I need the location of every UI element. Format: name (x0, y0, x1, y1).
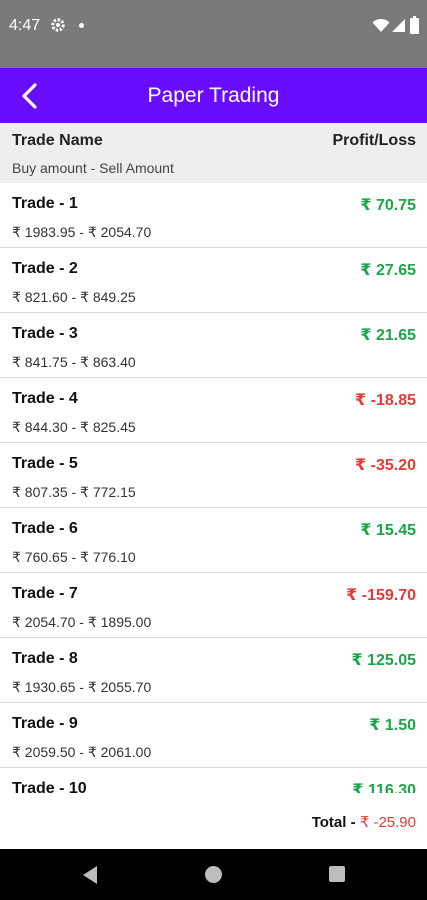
trade-amounts: ₹ 821.60 - ₹ 849.25 (12, 289, 136, 305)
total-footer: Total - ₹ -25.90 (0, 793, 427, 849)
trade-amounts: ₹ 2059.50 - ₹ 2061.00 (12, 744, 152, 760)
trade-amounts: ₹ 807.35 - ₹ 772.15 (12, 484, 136, 500)
trade-name: Trade - 4 (12, 390, 78, 407)
trade-profit-loss: ₹ 21.65 (360, 327, 416, 344)
trade-name: Trade - 6 (12, 520, 78, 537)
trade-profit-loss: ₹ 125.05 (351, 652, 416, 669)
signal-icon (392, 19, 405, 32)
trade-amounts: ₹ 2054.70 - ₹ 1895.00 (12, 614, 152, 630)
wifi-icon (372, 19, 390, 32)
status-time: 4:47 (9, 17, 41, 34)
trade-profit-loss: ₹ -18.85 (355, 392, 416, 409)
trade-name: Trade - 1 (12, 195, 78, 212)
nav-home-icon[interactable] (205, 866, 222, 883)
battery-icon (410, 16, 419, 34)
trade-row[interactable]: Trade - 2 ₹ 27.65 ₹ 821.60 - ₹ 849.25 (0, 248, 427, 313)
trade-name: Trade - 7 (12, 585, 78, 602)
trade-row[interactable]: Trade - 9 ₹ 1.50 ₹ 2059.50 - ₹ 2061.00 (0, 703, 427, 768)
page-title: Paper Trading (147, 84, 280, 107)
trade-profit-loss: ₹ 27.65 (360, 262, 416, 279)
trade-profit-loss: ₹ -159.70 (346, 587, 416, 604)
trade-name: Trade - 3 (12, 325, 78, 342)
trade-name: Trade - 8 (12, 650, 78, 667)
trade-profit-loss: ₹ -35.20 (355, 457, 416, 474)
trade-profit-loss: ₹ 70.75 (360, 197, 416, 214)
trade-amounts: ₹ 1983.95 - ₹ 2054.70 (12, 224, 152, 240)
total-label: Total - (311, 814, 360, 831)
trade-row[interactable]: Trade - 6 ₹ 15.45 ₹ 760.65 - ₹ 776.10 (0, 508, 427, 573)
status-bar: 4:47 (0, 0, 427, 68)
gear-icon (51, 18, 65, 32)
trade-row[interactable]: Trade - 8 ₹ 125.05 ₹ 1930.65 - ₹ 2055.70 (0, 638, 427, 703)
trade-name: Trade - 10 (12, 780, 87, 793)
trade-name: Trade - 2 (12, 260, 78, 277)
total: Total - ₹ -25.90 (312, 813, 416, 831)
profit-loss-header: Profit/Loss (332, 132, 416, 149)
nav-back-icon[interactable] (81, 865, 99, 885)
trade-amounts: ₹ 841.75 - ₹ 863.40 (12, 354, 136, 370)
trade-row[interactable]: Trade - 5 ₹ -35.20 ₹ 807.35 - ₹ 772.15 (0, 443, 427, 508)
trade-profit-loss: ₹ 1.50 (369, 717, 416, 734)
trade-profit-loss: ₹ 116.30 (352, 782, 416, 793)
trade-amounts: ₹ 1930.65 - ₹ 2055.70 (12, 679, 152, 695)
trade-row[interactable]: Trade - 7 ₹ -159.70 ₹ 2054.70 - ₹ 1895.00 (0, 573, 427, 638)
trade-amounts: ₹ 844.30 - ₹ 825.45 (12, 419, 136, 435)
trade-name-header: Trade Name (12, 132, 103, 149)
trade-name: Trade - 5 (12, 455, 78, 472)
trade-row[interactable]: Trade - 3 ₹ 21.65 ₹ 841.75 - ₹ 863.40 (0, 313, 427, 378)
app-bar: Paper Trading (0, 68, 427, 123)
chevron-left-icon[interactable] (14, 80, 46, 112)
trade-name: Trade - 9 (12, 715, 78, 732)
list-header: Trade Name Profit/Loss Buy amount - Sell… (0, 123, 427, 183)
trade-list[interactable]: Trade - 1 ₹ 70.75 ₹ 1983.95 - ₹ 2054.70 Tra… (0, 183, 427, 793)
trade-row[interactable]: Trade - 1 ₹ 70.75 ₹ 1983.95 - ₹ 2054.70 (0, 183, 427, 248)
notification-dot-icon (79, 23, 84, 28)
amount-header: Buy amount - Sell Amount (12, 160, 174, 176)
nav-recents-icon[interactable] (329, 866, 345, 882)
total-value: ₹ -25.90 (359, 814, 416, 831)
system-nav-bar (0, 849, 427, 900)
trade-profit-loss: ₹ 15.45 (360, 522, 416, 539)
trade-amounts: ₹ 760.65 - ₹ 776.10 (12, 549, 136, 565)
trade-row[interactable]: Trade - 4 ₹ -18.85 ₹ 844.30 - ₹ 825.45 (0, 378, 427, 443)
trade-row[interactable]: Trade - 10 ₹ 116.30 (0, 768, 427, 793)
